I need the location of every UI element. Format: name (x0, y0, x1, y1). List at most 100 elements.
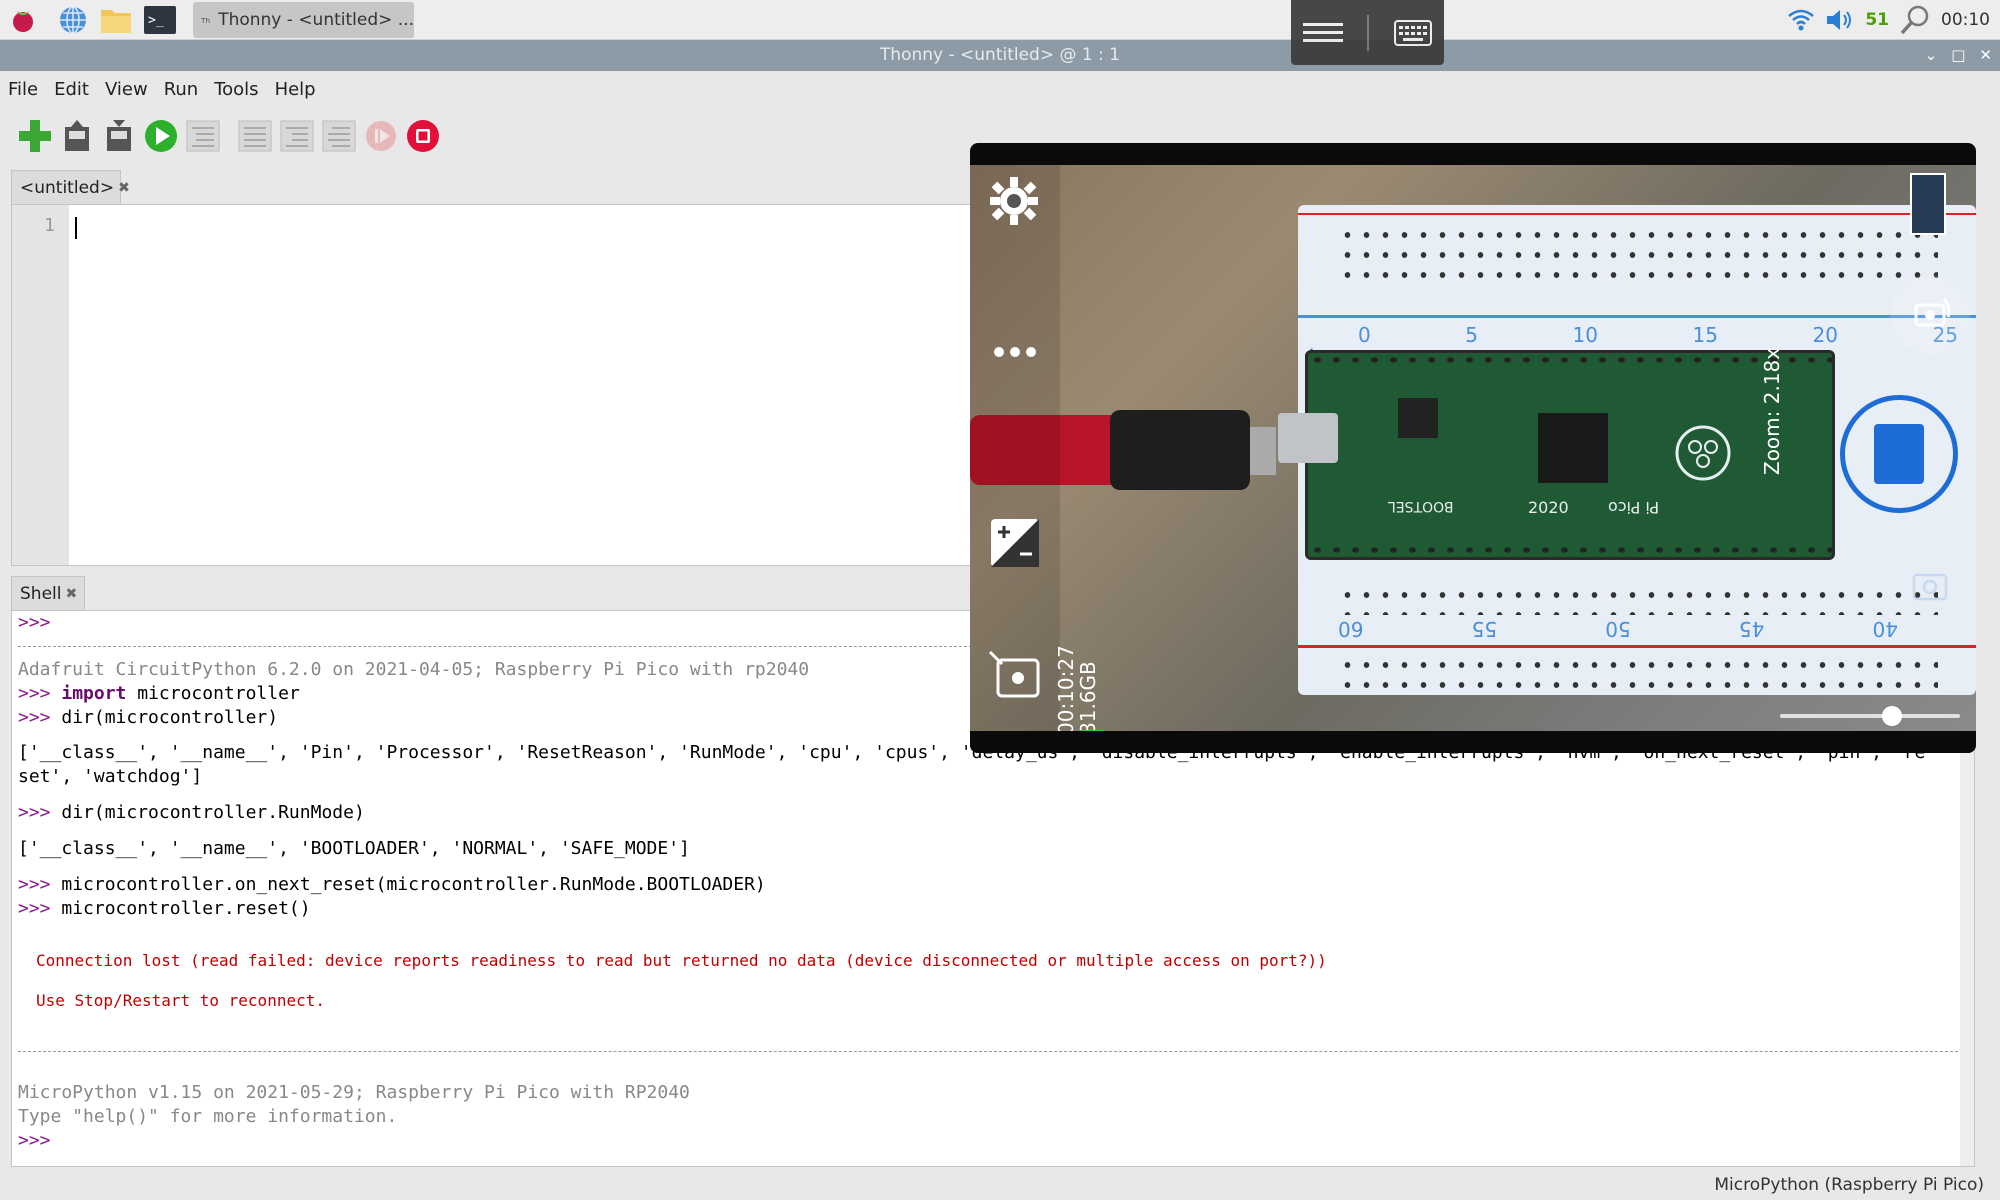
debug-icon (186, 120, 220, 152)
volume-icon[interactable] (1825, 8, 1855, 32)
shell-banner: MicroPython v1.15 on 2021-05-29; Raspber… (18, 1082, 690, 1103)
exposure-button[interactable] (990, 518, 1040, 568)
hamburger-menu-icon[interactable] (1303, 21, 1344, 45)
breadboard-numbers-bottom: 40 45 50 55 60 (1338, 617, 1898, 641)
shell-output: ['__class__', '__name__', 'BOOTLOADER', … (18, 838, 690, 859)
keyboard-icon[interactable] (1393, 19, 1432, 46)
recording-time: 00:10:27 (1054, 645, 1078, 731)
line-number-gutter: 1 (12, 205, 69, 565)
new-file-button[interactable] (14, 115, 56, 157)
shell-prompt: >>> (18, 898, 51, 919)
taskbar-task-label: Thonny - <untitled> ... (218, 10, 414, 30)
storage-remaining: 81.6GB (1076, 661, 1100, 731)
shell-prompt: >>> (18, 1130, 51, 1151)
minimize-icon[interactable]: ⌄ (1925, 40, 1938, 71)
save-file-button[interactable] (98, 115, 140, 157)
camera-overlay[interactable]: 0 5 10 15 20 25 A 40 45 50 55 60 (970, 143, 1976, 753)
window-titlebar[interactable]: Thonny - <untitled> @ 1 : 1 ⌄ □ ✕ (0, 40, 2000, 71)
menu-help[interactable]: Help (275, 79, 316, 100)
interpreter-label[interactable]: MicroPython (Raspberry Pi Pico) (1714, 1175, 1984, 1195)
menu-run[interactable]: Run (164, 79, 199, 100)
toolbar (0, 110, 980, 162)
step-over-button[interactable] (234, 115, 276, 157)
shell-prompt: >>> (18, 612, 51, 633)
micro-usb-port (1278, 413, 1338, 463)
pico-board: BOOTSEL 2020 Pi Pico (1278, 350, 1835, 560)
plus-icon (19, 120, 51, 152)
raspberry-menu-icon[interactable] (6, 3, 40, 37)
zoom-slider-handle[interactable] (1881, 706, 1902, 726)
shell-command: dir(microcontroller) (61, 707, 279, 728)
pico-silkscreen: 2020 (1528, 498, 1569, 517)
taskbar-thonny-task[interactable]: Th Thonny - <untitled> ... (193, 2, 414, 38)
shell-command: microcontroller (126, 683, 300, 704)
zoom-slider[interactable] (1780, 706, 1960, 726)
menu-edit[interactable]: Edit (54, 79, 89, 100)
thonny-icon: Th (201, 16, 210, 25)
step-out-icon (322, 120, 356, 152)
status-bar[interactable]: MicroPython (Raspberry Pi Pico) (0, 1170, 2000, 1200)
shell-output: set', 'watchdog'] (18, 766, 203, 787)
shell-prompt: >>> (18, 683, 51, 704)
shell-tab-label: Shell (20, 583, 62, 604)
editor-tab-label: <untitled> (20, 177, 115, 198)
wifi-icon[interactable] (1787, 8, 1815, 32)
flip-camera-button[interactable] (1890, 275, 1970, 355)
menu-view[interactable]: View (105, 79, 148, 100)
pico-silkscreen: Pi Pico (1608, 498, 1660, 517)
magnifier-icon[interactable] (1899, 4, 1931, 36)
tab-close-icon[interactable]: ✖ (118, 180, 130, 196)
menu-tools[interactable]: Tools (214, 79, 258, 100)
debug-button[interactable] (182, 115, 224, 157)
zoom-level: Zoom: 2.18x (1760, 347, 1784, 475)
tab-shell[interactable]: Shell ✖ (11, 576, 85, 610)
file-manager-icon[interactable] (99, 3, 133, 37)
raspberry-logo (1675, 425, 1731, 481)
switch-camera-icon (988, 650, 1040, 698)
svg-text:>_: >_ (148, 13, 164, 28)
step-into-button[interactable] (276, 115, 318, 157)
recording-info: 00:10:27 81.6GB (1054, 615, 1100, 731)
system-tray: 51 00:10 (1787, 0, 1990, 40)
step-out-button[interactable] (318, 115, 360, 157)
more-dots-icon (994, 347, 1036, 357)
open-file-button[interactable] (56, 115, 98, 157)
shell-keyword: import (61, 683, 127, 704)
camera-feed: 0 5 10 15 20 25 A 40 45 50 55 60 (970, 165, 1976, 731)
browser-icon[interactable] (56, 3, 90, 37)
resume-button[interactable] (360, 115, 402, 157)
shell-error: Connection lost (read failed: device rep… (36, 951, 1327, 970)
shell-prompt: >>> (18, 874, 51, 895)
shell-separator (18, 1051, 1974, 1052)
exposure-icon (991, 519, 1039, 567)
close-icon[interactable]: ✕ (1979, 40, 1992, 71)
shutter-record-button[interactable] (1840, 395, 1958, 513)
switch-camera-button[interactable] (988, 650, 1042, 700)
resume-icon (366, 121, 396, 151)
shell-command: microcontroller.reset() (61, 898, 311, 919)
svg-text:Th: Th (201, 16, 210, 25)
shell-banner: Adafruit CircuitPython 6.2.0 on 2021-04-… (18, 659, 810, 680)
camera-settings-button[interactable] (988, 175, 1040, 227)
gallery-thumbnail[interactable] (1910, 173, 1946, 235)
open-icon (65, 120, 89, 151)
terminal-icon[interactable]: >_ (143, 3, 177, 37)
taskbar: >_ Th Thonny - <untitled> ... 51 00:10 (0, 0, 2000, 40)
step-into-icon (280, 120, 314, 152)
run-button[interactable] (140, 115, 182, 157)
snapshot-button[interactable] (1910, 565, 1950, 605)
clock: 00:10 (1941, 10, 1990, 30)
maximize-icon[interactable]: □ (1951, 40, 1965, 71)
stop-icon (407, 120, 439, 152)
menu-file[interactable]: File (8, 79, 38, 100)
menubar: File Edit View Run Tools Help (0, 71, 2000, 107)
camera-more-button[interactable] (992, 345, 1038, 359)
tab-close-icon[interactable]: ✖ (65, 586, 77, 602)
shell-error: Use Stop/Restart to reconnect. (36, 991, 325, 1010)
stop-button[interactable] (402, 115, 444, 157)
shell-prompt: >>> (18, 707, 51, 728)
rp2040-chip (1538, 413, 1608, 483)
tab-untitled[interactable]: <untitled> ✖ (11, 170, 130, 204)
save-icon (107, 120, 131, 151)
text-cursor (75, 217, 77, 239)
